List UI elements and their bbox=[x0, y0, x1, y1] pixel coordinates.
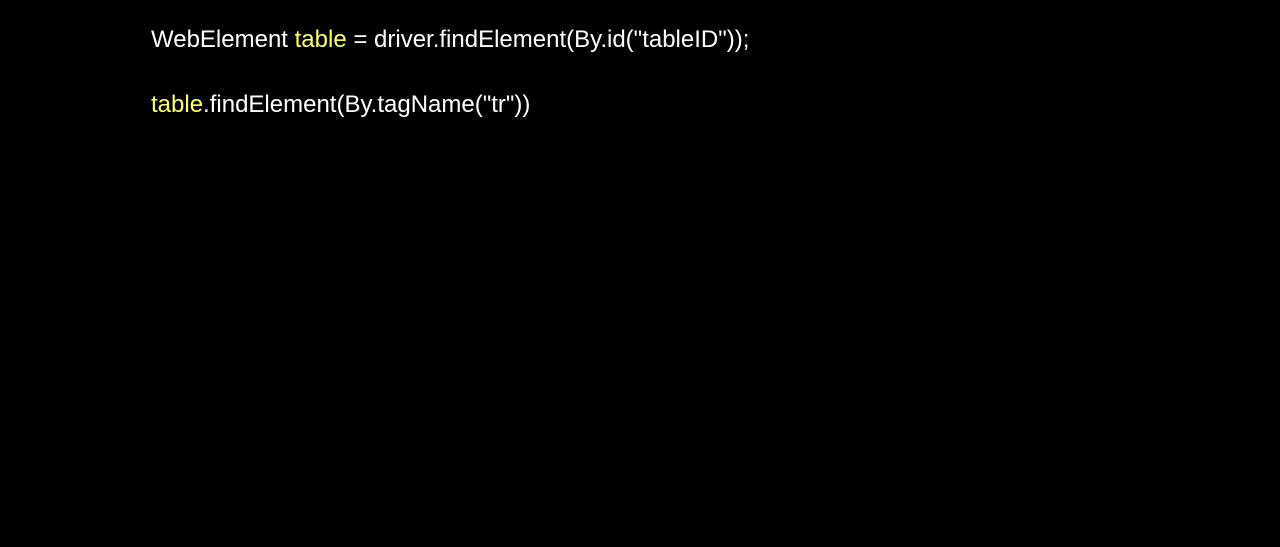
type-text: WebElement bbox=[151, 26, 295, 53]
method-call-text: .findElement(By.tagName("tr")) bbox=[203, 91, 531, 118]
variable-table-highlight: table bbox=[294, 26, 347, 53]
code-line-find-row: table.findElement(By.tagName("tr")) bbox=[151, 90, 530, 120]
variable-table-highlight: table bbox=[151, 91, 204, 118]
code-slide: WebElement table = driver.findElement(By… bbox=[0, 0, 1280, 547]
code-line-declaration: WebElement table = driver.findElement(By… bbox=[151, 25, 749, 55]
assignment-text: = driver.findElement(By.id("tableID")); bbox=[346, 26, 750, 53]
